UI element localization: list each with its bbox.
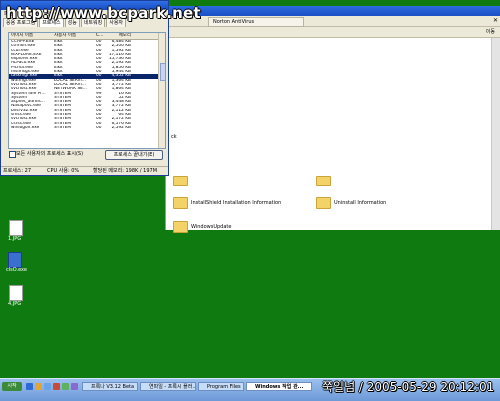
- process-list-scrollbar[interactable]: [158, 33, 165, 148]
- folder-icon[interactable]: [316, 176, 331, 186]
- show-all-users-checkbox[interactable]: [9, 151, 16, 158]
- process-list-header: 이미지 이름 사용자 이름 C... 메모리: [9, 33, 159, 40]
- explorer-content: ck InstallShield Installation Informatio…: [166, 38, 492, 233]
- folder-label-installshield[interactable]: InstallShield Installation Information: [191, 200, 281, 206]
- close-icon[interactable]: ✕: [493, 17, 498, 25]
- scrollbar-thumb[interactable]: [160, 63, 165, 81]
- process-user: SYSTEM: [54, 125, 72, 130]
- show-all-users-label[interactable]: 모든 사용자의 프로세스 표시(S): [16, 150, 83, 157]
- taskbar-button-proxy[interactable]: 연파일 - 프록시 플러...: [140, 382, 196, 391]
- process-name: winlogon.exe: [11, 125, 40, 130]
- quicklaunch-folder-icon[interactable]: [35, 383, 42, 390]
- status-bar: 프로세스: 27 CPU 사용: 0% 할당된 메모리: 198K / 197M: [1, 166, 168, 176]
- explorer-window: Norton AntiVirus ✕ 이동 ck InstallShield I…: [165, 6, 500, 233]
- folder-icon[interactable]: [173, 221, 188, 233]
- jpg-file-icon[interactable]: [9, 220, 23, 236]
- explorer-scrollbar[interactable]: [491, 38, 500, 230]
- desktop-icon-label[interactable]: clsO.exe: [6, 267, 27, 273]
- column-cpu[interactable]: C...: [96, 33, 104, 39]
- column-image-name[interactable]: 이미지 이름: [11, 33, 53, 39]
- folder-label-windowsupdate[interactable]: WindowsUpdate: [191, 224, 231, 230]
- folder-icon[interactable]: [173, 197, 188, 209]
- partial-label: ck: [171, 134, 177, 140]
- exe-file-icon[interactable]: [8, 252, 22, 268]
- quicklaunch-desktop-icon[interactable]: [44, 383, 51, 390]
- folder-icon[interactable]: [316, 197, 331, 209]
- watermark: http://www.bcpark.net: [6, 4, 201, 22]
- quicklaunch-app-icon[interactable]: [62, 383, 69, 390]
- jpg-file-icon[interactable]: [9, 285, 23, 301]
- quicklaunch-ie-icon[interactable]: [26, 383, 33, 390]
- status-cpu-usage: CPU 사용: 0%: [47, 168, 80, 174]
- desktop-icon-label[interactable]: 4.JPG: [8, 301, 21, 307]
- taskbar-button-task-manager[interactable]: Windows 작업 관...: [246, 382, 312, 391]
- process-memory: 2,592 KB: [111, 125, 131, 130]
- taskbar-button-program-files[interactable]: Program Files: [198, 382, 244, 391]
- column-memory[interactable]: 메모리: [105, 33, 131, 39]
- end-process-button[interactable]: 프로세스 끝내기(E): [105, 150, 163, 160]
- desktop-icon-label[interactable]: 1.JPG: [8, 236, 21, 242]
- explorer-tab-strip: Norton AntiVirus ✕: [166, 16, 500, 27]
- status-process-count: 프로세스: 27: [3, 168, 32, 174]
- explorer-title-bar[interactable]: [166, 6, 500, 16]
- quicklaunch-app-icon[interactable]: [53, 383, 60, 390]
- start-button[interactable]: 시작: [2, 382, 22, 391]
- go-button[interactable]: 이동: [486, 28, 495, 36]
- address-bar[interactable]: 이동: [166, 27, 500, 38]
- folder-label-uninstall[interactable]: Uninstall Information: [334, 200, 386, 206]
- signature-stamp: 쭉일넘 / 2005-05-29 20:12:01: [322, 380, 495, 394]
- column-user-name[interactable]: 사용자 이름: [54, 33, 94, 39]
- explorer-tab[interactable]: Norton AntiVirus: [208, 17, 304, 27]
- desktop: Norton AntiVirus ✕ 이동 ck InstallShield I…: [0, 0, 500, 378]
- folder-icon[interactable]: [173, 176, 188, 186]
- status-commit-charge: 할당된 메모리: 198K / 197M: [93, 168, 158, 174]
- task-manager-window: 파일 옵션 보기 창 종료 응용 프로그램 프로세스 성능 네트워킹 사용자 이미지 이…: [0, 0, 169, 176]
- taskbar-button-v3[interactable]: 프록나 V3.12 Beta: [82, 382, 138, 391]
- process-row[interactable]: winlogon.exe SYSTEM 00 2,592 KB: [9, 126, 159, 130]
- process-rows: CCAPP.EXE kikk 00 6,484 KB ctfmon.exe kikk 00 2…: [9, 40, 159, 130]
- process-cpu: 00: [96, 125, 102, 130]
- quicklaunch-app-icon[interactable]: [71, 383, 78, 390]
- process-list: 이미지 이름 사용자 이름 C... 메모리 CCAPP.EXE kikk 00 6,…: [8, 32, 166, 149]
